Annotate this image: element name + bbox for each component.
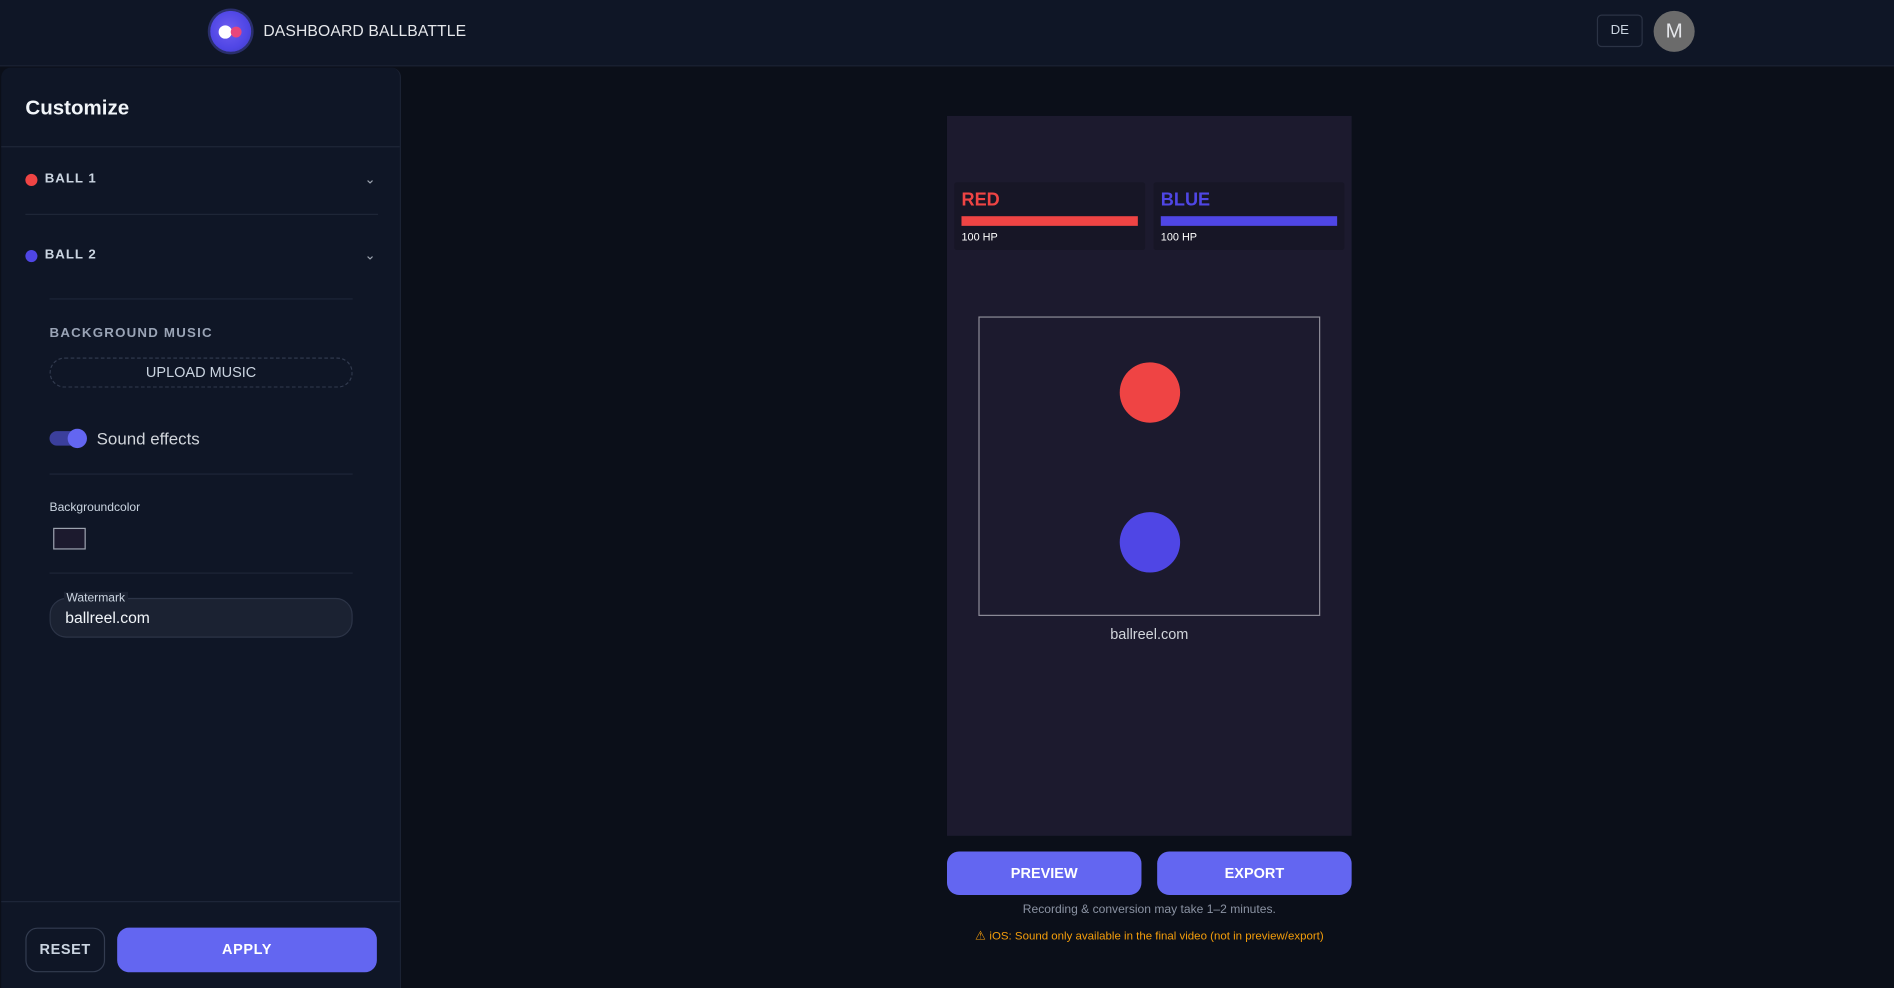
- battle-arena: [978, 316, 1321, 616]
- language-switch-button[interactable]: DE: [1596, 14, 1643, 48]
- background-color-label: Backgroundcolor: [49, 501, 141, 515]
- ball-2-accordion[interactable]: BALL 2 ⌄: [25, 245, 376, 269]
- chevron-down-icon: ⌄: [364, 172, 376, 188]
- player-card-blue: BLUE 100 HP: [1153, 182, 1345, 251]
- player-name-red: RED: [961, 189, 1000, 211]
- footer-divider: [1, 901, 400, 903]
- reset-button[interactable]: RESET: [25, 927, 106, 973]
- export-button[interactable]: EXPORT: [1157, 851, 1352, 895]
- player-name-blue: BLUE: [1160, 189, 1211, 211]
- ball-1-accordion[interactable]: BALL 1 ⌄: [25, 169, 376, 193]
- top-navigation-bar: DASHBOARD BALLBATTLE DE M: [0, 0, 1894, 67]
- blue-ball: [1119, 512, 1181, 573]
- ball-1-label: BALL 1: [44, 171, 97, 187]
- hp-text-red: 100 HP: [961, 230, 998, 243]
- ball-1-color-dot: [25, 173, 38, 187]
- hp-text-blue: 100 HP: [1160, 230, 1198, 243]
- health-bar-blue: [1160, 216, 1338, 226]
- customize-sidebar: Customize BALL 1 ⌄ BALL 2 ⌄ BACKGROUND M…: [1, 67, 402, 988]
- nav-link-ballbattle[interactable]: BALLBATTLE: [368, 22, 466, 40]
- preview-button[interactable]: PREVIEW: [946, 851, 1142, 895]
- nav-link-dashboard[interactable]: DASHBOARD: [263, 22, 364, 40]
- divider: [49, 473, 353, 475]
- background-music-label: BACKGROUND MUSIC: [49, 326, 213, 341]
- player-card-red: RED 100 HP: [954, 182, 1146, 251]
- sound-effects-label: Sound effects: [96, 428, 200, 449]
- health-bar-fill-blue: [1160, 216, 1338, 226]
- red-ball: [1119, 362, 1181, 423]
- divider: [25, 213, 379, 215]
- divider: [49, 298, 353, 300]
- user-avatar[interactable]: M: [1653, 10, 1695, 52]
- game-preview-canvas: RED 100 HP BLUE 100 HP ballreel.com: [946, 115, 1352, 836]
- divider: [49, 572, 353, 574]
- watermark-input-value[interactable]: ballreel.com: [65, 609, 150, 627]
- upload-music-button[interactable]: UPLOAD MUSIC: [49, 357, 353, 388]
- watermark-field[interactable]: Watermark ballreel.com: [49, 591, 353, 638]
- background-color-swatch[interactable]: [53, 527, 86, 550]
- sidebar-title: Customize: [25, 96, 130, 120]
- recording-hint: Recording & conversion may take 1–2 minu…: [1022, 903, 1276, 917]
- warning-icon: ⚠: [974, 930, 986, 944]
- sound-effects-toggle[interactable]: [49, 428, 89, 449]
- chevron-down-icon: ⌄: [364, 248, 376, 264]
- toggle-knob: [67, 428, 87, 449]
- ball-2-color-dot: [25, 250, 38, 263]
- health-bar-red: [961, 216, 1138, 226]
- ios-warning: ⚠ iOS: Sound only available in the final …: [947, 930, 1352, 943]
- preview-watermark: ballreel.com: [1110, 625, 1189, 643]
- divider: [1, 146, 400, 148]
- logo-dot-pink: [230, 26, 242, 38]
- app-logo[interactable]: [210, 10, 252, 52]
- ball-2-label: BALL 2: [44, 247, 97, 263]
- watermark-label: Watermark: [64, 591, 128, 606]
- ios-warning-text: iOS: Sound only available in the final v…: [989, 930, 1324, 944]
- apply-button[interactable]: APPLY: [117, 927, 377, 973]
- health-bar-fill-red: [961, 216, 1138, 226]
